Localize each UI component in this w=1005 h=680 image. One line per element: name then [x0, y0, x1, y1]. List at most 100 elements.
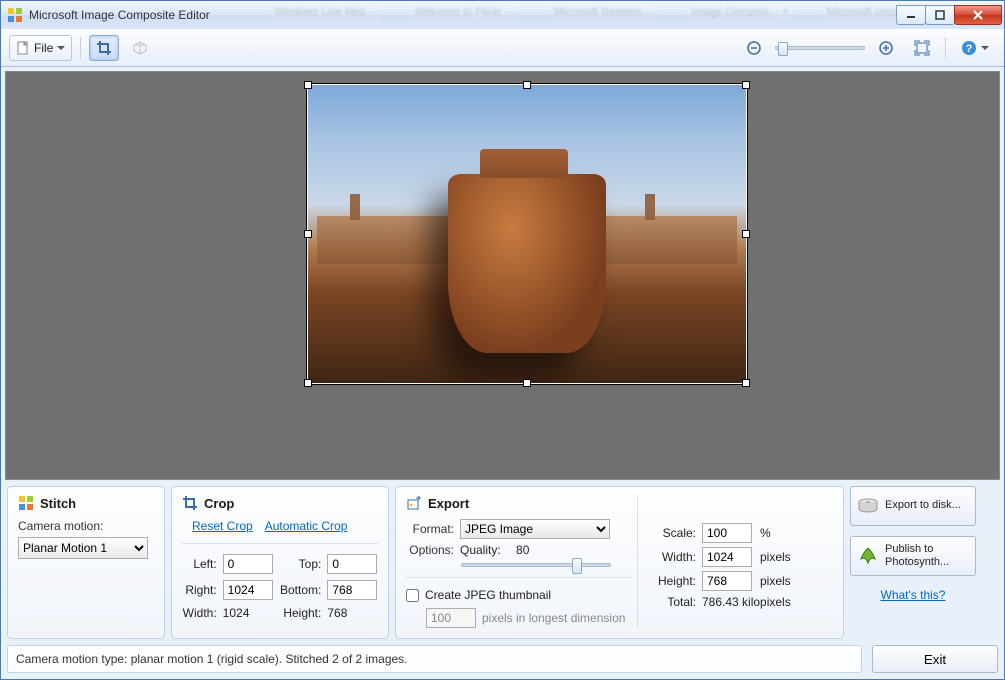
export-to-disk-label: Export to disk... [885, 499, 961, 512]
total-value: 786.43 kilopixels [702, 595, 833, 609]
background-tabs: Windows Live Mes… Welcome to Flickr … Mi… [270, 6, 897, 24]
minimize-button[interactable] [896, 5, 926, 25]
bottom-row: Camera motion type: planar motion 1 (rig… [1, 639, 1004, 679]
scale-label: Scale: [648, 526, 696, 540]
crop-handle-ml[interactable] [304, 230, 312, 238]
export-icon [406, 495, 422, 511]
crop-handle-tl[interactable] [304, 81, 312, 89]
crop-bottom-input[interactable] [327, 580, 377, 600]
create-thumbnail-label: Create JPEG thumbnail [425, 588, 551, 602]
zoom-slider[interactable] [775, 46, 865, 50]
automatic-crop-link[interactable]: Automatic Crop [265, 519, 348, 533]
quality-slider[interactable] [461, 563, 611, 567]
crop-bottom-label: Bottom: [279, 583, 321, 597]
create-thumbnail-checkbox[interactable]: Create JPEG thumbnail [406, 588, 631, 602]
crop-height-label: Height: [279, 606, 321, 620]
crop-panel: Crop Reset Crop Automatic Crop Left: Top… [171, 486, 389, 639]
panorama-image [308, 85, 746, 383]
export-heading: Export [428, 496, 469, 511]
crop-top-label: Top: [279, 557, 321, 571]
window-title: Microsoft Image Composite Editor [29, 8, 210, 22]
crop-handle-tm[interactable] [523, 81, 531, 89]
export-to-disk-button[interactable]: Export to disk... [850, 486, 976, 526]
thumb-pixels-suffix: pixels in longest dimension [482, 611, 625, 625]
crop-heading: Crop [204, 496, 234, 511]
crop-icon [182, 495, 198, 511]
stitch-heading: Stitch [40, 496, 76, 511]
help-icon: ? [961, 40, 977, 56]
crop-icon [96, 40, 112, 56]
maximize-button[interactable] [925, 5, 955, 25]
file-menu-label: File [34, 41, 53, 55]
export-height-input[interactable] [702, 571, 752, 591]
file-menu-button[interactable]: File [9, 35, 72, 61]
export-width-label: Width: [648, 550, 696, 564]
stitch-panel: Stitch Camera motion: Planar Motion 1 [7, 486, 165, 639]
publish-photosynth-button[interactable]: Publish to Photosynth... [850, 536, 976, 576]
total-label: Total: [648, 595, 696, 609]
camera-motion-select[interactable]: Planar Motion 1 [18, 537, 148, 559]
fit-screen-icon [914, 40, 930, 56]
thumb-pixels-input [426, 608, 476, 628]
crop-handle-bm[interactable] [523, 379, 531, 387]
scale-input[interactable] [702, 523, 752, 543]
format-label: Format: [406, 522, 454, 536]
crop-left-label: Left: [182, 557, 217, 571]
status-text: Camera motion type: planar motion 1 (rig… [16, 652, 408, 666]
crop-width-value: 1024 [223, 606, 274, 620]
crop-width-label: Width: [182, 606, 217, 620]
cube-tool-button[interactable] [125, 35, 155, 61]
zoom-out-button[interactable] [739, 35, 769, 61]
crop-handle-mr[interactable] [742, 230, 750, 238]
quality-slider-thumb[interactable] [572, 558, 582, 574]
close-button[interactable] [954, 5, 1002, 25]
cube-icon [132, 40, 148, 56]
chevron-down-icon [981, 46, 989, 54]
chevron-down-icon [57, 46, 65, 54]
help-button[interactable]: ? [954, 35, 996, 61]
crop-height-value: 768 [327, 606, 378, 620]
panel-row: Stitch Camera motion: Planar Motion 1 Cr… [1, 480, 1004, 639]
fit-screen-button[interactable] [907, 35, 937, 61]
export-height-label: Height: [648, 574, 696, 588]
titlebar[interactable]: Microsoft Image Composite Editor Windows… [1, 1, 1004, 29]
photosynth-icon [857, 545, 879, 567]
scale-unit: % [760, 526, 833, 540]
zoom-in-icon [878, 40, 894, 56]
canvas-area[interactable] [5, 71, 1000, 480]
crop-left-input[interactable] [223, 554, 273, 574]
stitch-icon [18, 495, 34, 511]
crop-handle-tr[interactable] [742, 81, 750, 89]
px-unit: pixels [760, 550, 833, 564]
create-thumbnail-input[interactable] [406, 589, 419, 602]
crop-right-label: Right: [182, 583, 217, 597]
whats-this-link[interactable]: What's this? [881, 588, 946, 602]
crop-tool-button[interactable] [89, 35, 119, 61]
options-label: Options: [406, 543, 454, 557]
action-column: Export to disk... Publish to Photosynth.… [850, 486, 976, 639]
crop-handle-br[interactable] [742, 379, 750, 387]
export-width-input[interactable] [702, 547, 752, 567]
crop-rectangle[interactable] [307, 84, 747, 384]
svg-text:?: ? [966, 43, 973, 55]
crop-handle-bl[interactable] [304, 379, 312, 387]
camera-motion-label: Camera motion: [18, 519, 103, 533]
format-select[interactable]: JPEG Image [460, 519, 610, 539]
export-panel: Export Format: JPEG Image Options: Quali… [395, 486, 844, 639]
publish-photosynth-label: Publish to Photosynth... [885, 543, 969, 569]
status-bar: Camera motion type: planar motion 1 (rig… [7, 645, 862, 673]
zoom-in-button[interactable] [871, 35, 901, 61]
app-window: Microsoft Image Composite Editor Windows… [0, 0, 1005, 680]
new-file-icon [16, 41, 30, 55]
quality-value: 80 [516, 543, 529, 557]
crop-right-input[interactable] [223, 580, 273, 600]
zoom-slider-thumb[interactable] [778, 42, 788, 56]
reset-crop-link[interactable]: Reset Crop [192, 519, 253, 533]
px-unit-2: pixels [760, 574, 833, 588]
main-toolbar: File ? [1, 29, 1004, 67]
quality-label: Quality: [460, 543, 501, 557]
app-icon [7, 7, 23, 23]
crop-top-input[interactable] [327, 554, 377, 574]
exit-button[interactable]: Exit [872, 645, 998, 673]
zoom-out-icon [746, 40, 762, 56]
